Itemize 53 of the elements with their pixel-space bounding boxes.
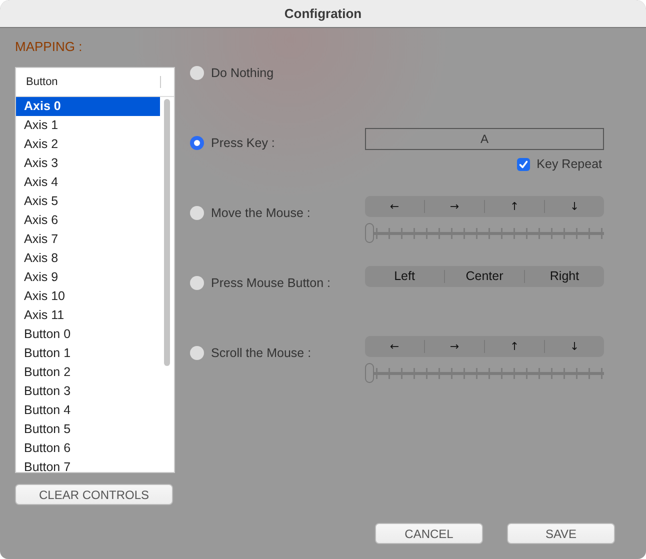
list-item[interactable]: Axis 4 <box>16 173 160 192</box>
list-item[interactable]: Button 0 <box>16 325 160 344</box>
option-label: Press Mouse Button : <box>211 275 331 291</box>
segment-button[interactable]: Center <box>444 270 524 283</box>
radio-button[interactable] <box>190 206 204 220</box>
option-label: Move the Mouse : <box>211 205 310 221</box>
checkbox[interactable] <box>516 158 530 170</box>
direction-button[interactable]: → <box>424 340 484 353</box>
radio-button[interactable] <box>190 276 204 290</box>
list-item[interactable]: Axis 10 <box>16 287 160 306</box>
option-label: Press Key : <box>211 135 275 151</box>
clear-controls-button[interactable]: CLEAR CONTROLS <box>15 484 173 505</box>
direction-button[interactable]: ↑ <box>484 340 544 353</box>
direction-button[interactable]: ↑ <box>484 200 544 213</box>
direction-button[interactable]: ↓ <box>544 340 604 353</box>
list-item[interactable]: Button 1 <box>16 344 160 363</box>
slider-thumb[interactable] <box>365 223 374 243</box>
list-item[interactable]: Button 2 <box>16 363 160 382</box>
list-item[interactable]: Axis 7 <box>16 230 160 249</box>
segment-button[interactable]: Right <box>524 270 604 283</box>
list-item[interactable]: Button 3 <box>16 382 160 401</box>
segment-button[interactable]: Left <box>365 270 444 283</box>
list-item[interactable]: Axis 1 <box>16 116 160 135</box>
key-field[interactable]: A <box>365 128 604 150</box>
scrollbar[interactable] <box>164 99 170 366</box>
save-button[interactable]: SAVE <box>507 523 615 544</box>
direction-button[interactable]: → <box>424 200 484 213</box>
list-item[interactable]: Axis 9 <box>16 268 160 287</box>
cancel-button[interactable]: CANCEL <box>375 523 483 544</box>
list-item[interactable]: Axis 5 <box>16 192 160 211</box>
column-header[interactable]: Button <box>26 76 161 88</box>
list-item[interactable]: Button 7 <box>16 458 160 472</box>
list-item[interactable]: Button 5 <box>16 420 160 439</box>
option-label: Do Nothing <box>211 65 274 81</box>
direction-button[interactable]: ↓ <box>544 200 604 213</box>
list-item[interactable]: Axis 3 <box>16 154 160 173</box>
radio-button[interactable] <box>190 136 204 150</box>
radio-button[interactable] <box>190 346 204 360</box>
slider-thumb[interactable] <box>365 363 374 383</box>
option-label: Scroll the Mouse : <box>211 345 312 361</box>
mapping-label: MAPPING : <box>15 38 84 56</box>
list-item[interactable]: Button 6 <box>16 439 160 458</box>
window-title: Configration <box>284 6 362 21</box>
radio-button[interactable] <box>190 66 204 80</box>
list-item[interactable]: Axis 2 <box>16 135 160 154</box>
direction-button[interactable]: ← <box>365 340 424 353</box>
list-item[interactable]: Button 4 <box>16 401 160 420</box>
checkbox-label: Key Repeat <box>536 157 602 171</box>
list-item[interactable]: Axis 6 <box>16 211 160 230</box>
list-item[interactable]: Axis 11 <box>16 306 160 325</box>
direction-button[interactable]: ← <box>365 200 424 213</box>
list-item[interactable]: Axis 0 <box>16 97 160 116</box>
list-item[interactable]: Axis 8 <box>16 249 160 268</box>
